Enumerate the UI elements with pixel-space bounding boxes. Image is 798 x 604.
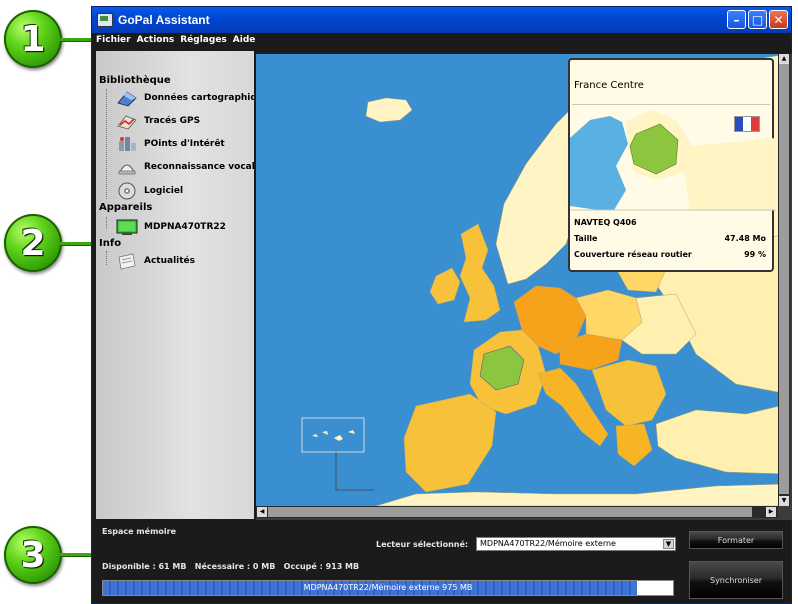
app-icon xyxy=(97,13,113,27)
vertical-scroll-thumb[interactable] xyxy=(779,64,789,494)
menu-fichier[interactable]: Fichier xyxy=(96,35,131,45)
scroll-left-icon[interactable]: ◀ xyxy=(257,507,267,517)
map-data-icon xyxy=(116,89,138,107)
sidebar: Bibliothèque Données cartographiques Tra… xyxy=(96,51,254,519)
chevron-down-icon[interactable]: ▼ xyxy=(663,539,674,549)
minimize-icon[interactable]: – xyxy=(727,10,746,29)
sync-button[interactable]: Synchroniser xyxy=(689,561,783,599)
sidebar-item-label: Logiciel xyxy=(144,186,184,196)
window-title: GoPal Assistant xyxy=(118,13,210,27)
provider-row: NAVTEQ Q406 xyxy=(574,218,766,227)
section-info: Info xyxy=(99,238,122,249)
sidebar-item-device[interactable]: MDPNA470TR22 xyxy=(116,217,226,237)
scroll-down-icon[interactable]: ▼ xyxy=(779,496,789,506)
format-button[interactable]: Formater xyxy=(689,531,783,549)
drive-select-value: MDPNA470TR22/Mémoire externe xyxy=(480,539,616,548)
drive-label: Lecteur sélectionné: xyxy=(376,540,469,549)
map-frame: France Centre NAVTEQ Q406 Taille 47.48 M… xyxy=(256,54,792,520)
menu-bar: Fichier Actions Réglages Aide xyxy=(92,33,791,47)
poi-icon xyxy=(116,135,138,153)
provider-label: NAVTEQ Q406 xyxy=(574,218,637,227)
news-icon xyxy=(116,252,138,270)
sidebar-item-software[interactable]: Logiciel xyxy=(116,181,183,201)
maximize-icon[interactable]: □ xyxy=(748,10,767,29)
tree-line xyxy=(106,89,107,199)
callout-1-connector xyxy=(60,38,92,41)
sidebar-item-label: Actualités xyxy=(144,256,196,266)
horizontal-scroll-thumb[interactable] xyxy=(268,507,752,517)
section-appareils: Appareils xyxy=(99,202,153,213)
drive-select[interactable]: MDPNA470TR22/Mémoire externe ▼ xyxy=(476,537,676,551)
section-bibliotheque: Bibliothèque xyxy=(99,75,171,86)
scroll-up-icon[interactable]: ▲ xyxy=(779,54,789,64)
callout-1: 1 xyxy=(4,10,62,68)
gps-track-icon xyxy=(116,112,138,130)
tree-line xyxy=(106,251,107,265)
sidebar-item-label: MDPNA470TR22 xyxy=(144,222,226,232)
title-bar[interactable]: GoPal Assistant – □ ✕ xyxy=(92,7,791,33)
memory-stats: Disponible : 61 MB Nécessaire : 0 MB Occ… xyxy=(102,562,360,571)
sidebar-item-poi[interactable]: POints d'Intérêt xyxy=(116,134,225,154)
map-horizontal-scrollbar[interactable]: ◀ ▶ xyxy=(256,506,778,518)
device-icon xyxy=(116,218,138,236)
sidebar-item-label: Tracés GPS xyxy=(144,116,201,126)
sidebar-item-label: Reconnaissance vocale xyxy=(144,162,254,172)
sidebar-item-voice[interactable]: Reconnaissance vocale xyxy=(116,157,254,177)
sidebar-item-label: Données cartographiques xyxy=(144,93,254,103)
scroll-right-icon[interactable]: ▶ xyxy=(766,507,776,517)
size-value: 47.48 Mo xyxy=(724,234,766,243)
callout-3: 3 xyxy=(4,526,62,584)
memory-progress-text: MDPNA470TR22/Mémoire externe 975 MB xyxy=(303,583,473,592)
sidebar-item-map-data[interactable]: Données cartographiques xyxy=(116,88,254,108)
sidebar-item-gps-tracks[interactable]: Tracés GPS xyxy=(116,111,200,131)
map-vertical-scrollbar[interactable]: ▲ ▼ xyxy=(778,54,790,506)
menu-reglages[interactable]: Réglages xyxy=(180,35,227,45)
menu-aide[interactable]: Aide xyxy=(233,35,256,45)
memory-label: Espace mémoire xyxy=(102,527,177,536)
coverage-row: Couverture réseau routier 99 % xyxy=(574,250,766,259)
voice-icon xyxy=(116,158,138,176)
software-cd-icon xyxy=(116,182,138,200)
memory-panel: Espace mémoire Lecteur sélectionné: MDPN… xyxy=(92,521,791,603)
europe-map[interactable]: France Centre NAVTEQ Q406 Taille 47.48 M… xyxy=(256,54,788,506)
app-window: GoPal Assistant – □ ✕ Fichier Actions Ré… xyxy=(91,6,792,604)
close-icon[interactable]: ✕ xyxy=(769,10,788,29)
coverage-label: Couverture réseau routier xyxy=(574,250,692,259)
memory-progress-bar: MDPNA470TR22/Mémoire externe 975 MB xyxy=(102,580,674,596)
sidebar-item-label: POints d'Intérêt xyxy=(144,139,225,149)
tree-line xyxy=(106,217,107,229)
coverage-value: 99 % xyxy=(744,250,766,259)
size-label: Taille xyxy=(574,234,598,243)
size-row: Taille 47.48 Mo xyxy=(574,234,766,243)
sidebar-item-news[interactable]: Actualités xyxy=(116,251,195,271)
region-info-panel: France Centre NAVTEQ Q406 Taille 47.48 M… xyxy=(568,58,776,272)
menu-actions[interactable]: Actions xyxy=(137,35,175,45)
callout-2: 2 xyxy=(4,214,62,272)
